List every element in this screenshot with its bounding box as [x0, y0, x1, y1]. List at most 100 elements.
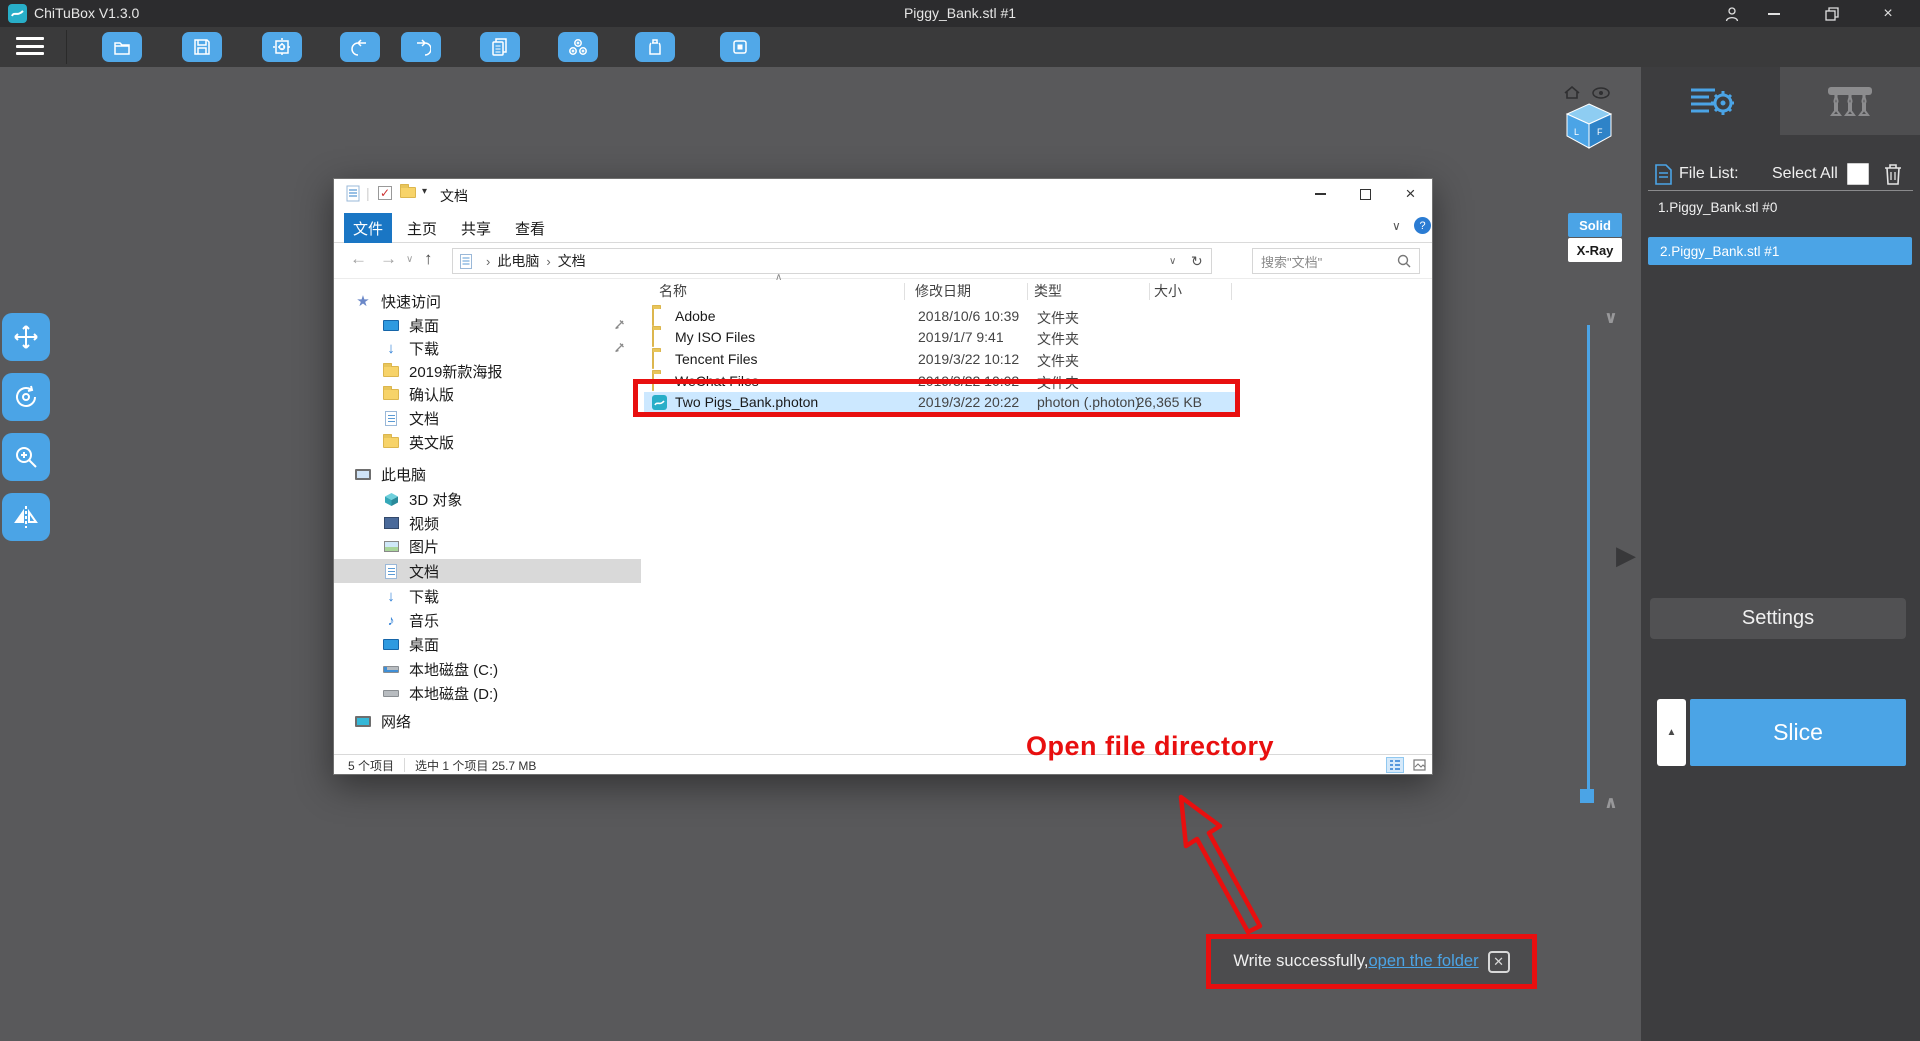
redo-button[interactable] [401, 32, 441, 62]
search-icon[interactable] [1397, 254, 1411, 268]
nav-3d-objects[interactable]: 3D 对象 [334, 487, 641, 511]
search-input[interactable]: 搜索"文档" [1252, 248, 1420, 274]
settings-button[interactable]: Settings [1650, 598, 1906, 639]
nav-documents[interactable]: 文档 [334, 559, 641, 583]
view-cube[interactable]: L F [1558, 86, 1624, 156]
refresh-icon[interactable]: ↻ [1191, 253, 1203, 270]
panel-collapse-arrow[interactable]: ▶ [1616, 540, 1636, 571]
restore-button[interactable] [1812, 0, 1852, 27]
file-list-icon [1655, 164, 1672, 185]
ribbon-expand-icon[interactable]: ∨ [1392, 219, 1401, 233]
screenshot-button[interactable] [262, 32, 302, 62]
scale-tool-button[interactable] [2, 433, 50, 481]
nav-quick-access[interactable]: ★快速访问 [334, 289, 641, 313]
file-row[interactable]: Tencent Files2019/3/22 10:12文件夹 [644, 349, 1238, 371]
forward-button[interactable]: → [380, 249, 397, 269]
document-title: Piggy_Bank.stl #1 [0, 5, 1920, 21]
quick-access-check-icon[interactable]: ✓ [378, 186, 392, 200]
column-header-date[interactable]: 修改日期 [915, 279, 971, 303]
mirror-tool-button[interactable] [2, 493, 50, 541]
tab-share[interactable]: 共享 [454, 213, 498, 243]
column-header-type[interactable]: 类型 [1034, 279, 1062, 303]
select-all-checkbox[interactable] [1847, 163, 1869, 185]
layer-slider-handle[interactable] [1580, 789, 1594, 803]
eye-icon[interactable] [1592, 87, 1610, 99]
nav-documents-quick[interactable]: 文档 [334, 406, 641, 430]
address-dropdown-icon[interactable]: ∨ [1169, 256, 1176, 267]
write-success-toast: Write successfully,open the folder ✕ [1206, 934, 1537, 989]
nav-downloads[interactable]: ↓下载 [334, 336, 641, 360]
user-icon[interactable] [1712, 0, 1752, 27]
breadcrumb-current[interactable]: 文档 [558, 251, 586, 271]
nav-network[interactable]: 网络 [334, 709, 641, 733]
nav-folder-2019[interactable]: 2019新款海报 [334, 359, 641, 383]
thumbnail-view-button[interactable] [1410, 757, 1428, 773]
tab-support[interactable] [1780, 67, 1920, 135]
file-list-item-selected[interactable]: 2.Piggy_Bank.stl #1 [1648, 237, 1912, 265]
orientation-cube-icon[interactable]: L F [1562, 102, 1616, 152]
nav-drive-d[interactable]: 本地磁盘 (D:) [334, 681, 641, 705]
tab-file-settings[interactable] [1641, 67, 1780, 135]
menu-button[interactable] [16, 35, 44, 57]
trash-icon[interactable] [1883, 162, 1903, 186]
nav-drive-c[interactable]: 本地磁盘 (C:) [334, 657, 641, 681]
details-view-button[interactable] [1386, 757, 1404, 773]
nav-music[interactable]: ♪音乐 [334, 608, 641, 632]
move-tool-button[interactable] [2, 313, 50, 361]
open-file-button[interactable] [102, 32, 142, 62]
file-list-item[interactable]: 1.Piggy_Bank.stl #0 [1658, 200, 1777, 215]
open-folder-link[interactable]: open the folder [1369, 952, 1479, 971]
nav-folder-confirm[interactable]: 确认版 [334, 382, 641, 406]
up-button[interactable]: ↑ [424, 249, 433, 269]
chevron-down-icon[interactable]: ∨ [1604, 308, 1618, 328]
file-row[interactable]: My ISO Files2019/1/7 9:41文件夹 [644, 327, 1238, 349]
minimize-button[interactable] [1754, 0, 1794, 27]
nav-desktop-pc[interactable]: 桌面 [334, 632, 641, 656]
folder-icon [652, 309, 654, 325]
layer-slider[interactable] [1587, 325, 1590, 795]
settings-list-icon [1688, 82, 1734, 120]
address-field[interactable]: › 此电脑 › 文档 ∨ ↻ [452, 248, 1212, 274]
nav-folder-english[interactable]: 英文版 [334, 430, 641, 454]
tab-file[interactable]: 文件 [344, 213, 392, 243]
explorer-minimize-button[interactable] [1298, 179, 1343, 209]
tab-view[interactable]: 查看 [508, 213, 552, 243]
save-button[interactable] [182, 32, 222, 62]
support-pillars-icon [1826, 82, 1874, 120]
clone-button[interactable] [480, 32, 520, 62]
explorer-maximize-button[interactable] [1343, 179, 1388, 209]
breadcrumb-root[interactable]: 此电脑 [497, 251, 539, 271]
selection-summary: 选中 1 个项目 25.7 MB [415, 757, 536, 774]
rotate-tool-button[interactable] [2, 373, 50, 421]
nav-this-pc[interactable]: 此电脑 [334, 462, 641, 486]
undo-button[interactable] [340, 32, 380, 62]
support-edit-button[interactable] [720, 32, 760, 62]
hollow-button[interactable] [558, 32, 598, 62]
toast-close-icon[interactable]: ✕ [1488, 951, 1510, 973]
xray-mode-button[interactable]: X-Ray [1568, 238, 1622, 262]
file-list-label: File List: [1679, 165, 1739, 183]
resin-tank-button[interactable] [635, 32, 675, 62]
folder-icon[interactable] [400, 187, 416, 198]
slice-button[interactable]: Slice [1690, 699, 1906, 766]
chevron-up-icon[interactable]: ∧ [1604, 793, 1618, 813]
slice-options-button[interactable]: ▲ [1657, 699, 1686, 766]
file-row[interactable]: Adobe2018/10/6 10:39文件夹 [644, 306, 1238, 328]
back-button[interactable]: ← [350, 249, 367, 269]
explorer-close-button[interactable]: × [1388, 179, 1433, 209]
nav-desktop[interactable]: 桌面 [334, 313, 641, 337]
history-dropdown-icon[interactable]: ∨ [406, 254, 413, 265]
help-icon[interactable]: ? [1414, 217, 1431, 234]
nav-pictures[interactable]: 图片 [334, 534, 641, 558]
home-icon[interactable] [1564, 86, 1580, 99]
nav-videos[interactable]: 视频 [334, 511, 641, 535]
tab-home[interactable]: 主页 [400, 213, 444, 243]
column-header-size[interactable]: 大小 [1154, 279, 1182, 303]
column-header-name[interactable]: 名称 [659, 279, 687, 303]
close-button[interactable]: × [1868, 0, 1908, 27]
nav-downloads-pc[interactable]: ↓下载 [334, 584, 641, 608]
chevron-down-icon[interactable]: ▾ [422, 186, 427, 197]
solid-mode-button[interactable]: Solid [1568, 213, 1622, 237]
download-icon: ↓ [382, 340, 400, 357]
computer-icon [354, 469, 372, 480]
